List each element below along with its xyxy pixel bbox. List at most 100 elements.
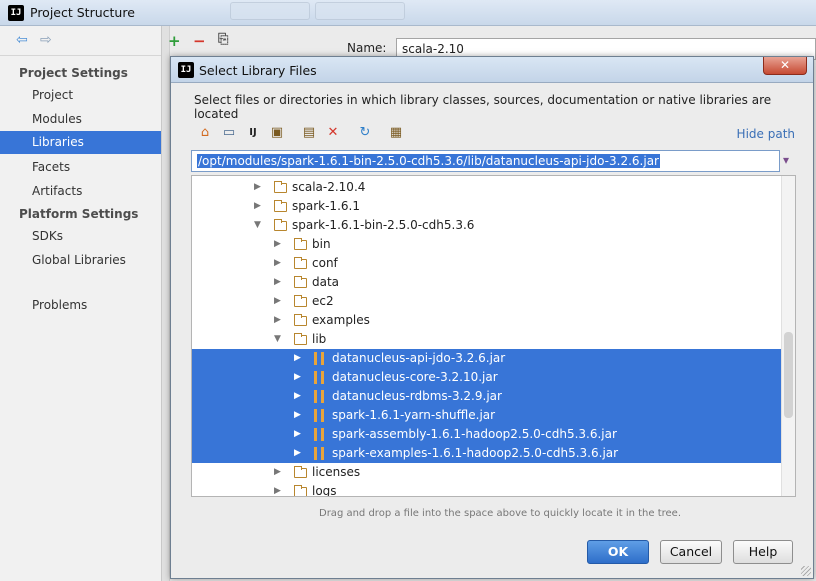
sidebar-item-global-libraries[interactable]: Global Libraries: [0, 249, 161, 272]
tree-row[interactable]: ▶ spark-1.6.1: [192, 197, 782, 216]
tree-row-label: logs: [312, 484, 337, 497]
background-tab: [315, 2, 405, 20]
dialog-titlebar: IJ Select Library Files ✕: [171, 57, 813, 83]
help-button[interactable]: Help: [733, 540, 793, 564]
scrollbar-thumb[interactable]: [784, 332, 793, 418]
collapse-arrow-icon[interactable]: ▼: [254, 216, 264, 235]
jar-file-icon: [314, 447, 324, 460]
module-folder-icon[interactable]: ▣: [267, 123, 287, 143]
sidebar: ⇦ ⇨ Project Settings Project Modules Lib…: [0, 26, 162, 581]
tree-row[interactable]: ▶ licenses: [192, 463, 782, 482]
tree-row-label: spark-1.6.1-yarn-shuffle.jar: [332, 408, 496, 422]
jar-file-icon: [314, 352, 324, 365]
folder-icon: [294, 333, 307, 345]
expand-arrow-icon[interactable]: ▶: [274, 235, 284, 254]
back-arrow-icon[interactable]: ⇦: [16, 33, 30, 47]
sidebar-item-libraries[interactable]: Libraries: [0, 131, 161, 154]
tree-row[interactable]: ▶ conf: [192, 254, 782, 273]
folder-icon: [274, 200, 287, 212]
new-folder-icon[interactable]: ▤: [299, 123, 319, 143]
hide-path-link[interactable]: Hide path: [737, 127, 795, 141]
window-titlebar: IJ Project Structure: [0, 0, 816, 26]
sidebar-item-facets[interactable]: Facets: [0, 156, 161, 179]
tree-row[interactable]: ▶ examples: [192, 311, 782, 330]
tree-row-label: spark-1.6.1-bin-2.5.0-cdh5.3.6: [292, 218, 475, 232]
dialog-title: Select Library Files: [199, 63, 317, 78]
cancel-button[interactable]: Cancel: [660, 540, 722, 564]
file-tree[interactable]: ▶ scala-2.10.4 ▶ spark-1.6.1 ▼ spark-1.6.1-bi…: [191, 175, 796, 497]
drag-drop-hint: Drag and drop a file into the space abov…: [319, 508, 682, 519]
resize-grip-icon[interactable]: [801, 566, 811, 576]
tree-row-label: lib: [312, 332, 327, 346]
delete-icon[interactable]: ✕: [323, 123, 343, 143]
folder-icon: [294, 485, 307, 496]
expand-arrow-icon[interactable]: ▶: [294, 349, 304, 368]
tree-row[interactable]: ▶ spark-1.6.1-yarn-shuffle.jar: [192, 406, 782, 425]
splitter[interactable]: [162, 26, 170, 581]
ok-button[interactable]: OK: [587, 540, 649, 564]
expand-arrow-icon[interactable]: ▶: [274, 463, 284, 482]
refresh-icon[interactable]: ↻: [355, 123, 375, 143]
expand-arrow-icon[interactable]: ▶: [294, 444, 304, 463]
expand-arrow-icon[interactable]: ▶: [294, 387, 304, 406]
window-title: Project Structure: [30, 5, 135, 20]
expand-arrow-icon[interactable]: ▶: [294, 425, 304, 444]
path-history-icon[interactable]: ▾: [783, 153, 797, 169]
intellij-logo-icon: IJ: [178, 62, 194, 78]
tree-row[interactable]: ▶ bin: [192, 235, 782, 254]
sidebar-item-modules[interactable]: Modules: [0, 108, 161, 131]
add-icon[interactable]: +: [168, 32, 181, 50]
tree-scrollbar[interactable]: [781, 176, 795, 496]
sidebar-item-artifacts[interactable]: Artifacts: [0, 180, 161, 203]
tree-row[interactable]: ▶ datanucleus-api-jdo-3.2.6.jar: [192, 349, 782, 368]
tree-row[interactable]: ▼ spark-1.6.1-bin-2.5.0-cdh5.3.6: [192, 216, 782, 235]
tree-row-label: spark-assembly-1.6.1-hadoop2.5.0-cdh5.3.…: [332, 427, 617, 441]
tree-row[interactable]: ▶ datanucleus-rdbms-3.2.9.jar: [192, 387, 782, 406]
tree-row-label: examples: [312, 313, 370, 327]
jar-file-icon: [314, 371, 324, 384]
tree-row[interactable]: ▶ spark-examples-1.6.1-hadoop2.5.0-cdh5.3…: [192, 444, 782, 463]
tree-row-label: licenses: [312, 465, 361, 479]
tree-row[interactable]: ▶ datanucleus-core-3.2.10.jar: [192, 368, 782, 387]
tree-row-label: spark-examples-1.6.1-hadoop2.5.0-cdh5.3.…: [332, 446, 619, 460]
expand-arrow-icon[interactable]: ▶: [294, 406, 304, 425]
forward-arrow-icon[interactable]: ⇨: [40, 33, 54, 47]
desktop-icon[interactable]: ▭: [219, 123, 239, 143]
expand-arrow-icon[interactable]: ▶: [254, 197, 264, 216]
intellij-logo-icon: IJ: [8, 5, 24, 21]
tree-row-label: bin: [312, 237, 331, 251]
expand-arrow-icon[interactable]: ▶: [254, 178, 264, 197]
tree-row-label: conf: [312, 256, 338, 270]
tree-row-label: datanucleus-rdbms-3.2.9.jar: [332, 389, 502, 403]
show-hidden-icon[interactable]: ▦: [386, 123, 406, 143]
sidebar-item-project[interactable]: Project: [0, 84, 161, 107]
tree-row[interactable]: ▶ spark-assembly-1.6.1-hadoop2.5.0-cdh5.3…: [192, 425, 782, 444]
tree-row[interactable]: ▶ logs: [192, 482, 782, 497]
tree-row[interactable]: ▶ data: [192, 273, 782, 292]
jar-file-icon: [314, 428, 324, 441]
close-button[interactable]: ✕: [763, 57, 807, 75]
collapse-arrow-icon[interactable]: ▼: [274, 330, 284, 349]
path-input[interactable]: /opt/modules/spark-1.6.1-bin-2.5.0-cdh5.…: [191, 150, 780, 172]
sidebar-item-sdks[interactable]: SDKs: [0, 225, 161, 248]
expand-arrow-icon[interactable]: ▶: [274, 482, 284, 496]
expand-arrow-icon[interactable]: ▶: [274, 292, 284, 311]
sidebar-item-problems[interactable]: Problems: [0, 294, 161, 317]
path-input-value: /opt/modules/spark-1.6.1-bin-2.5.0-cdh5.…: [197, 154, 660, 168]
project-icon[interactable]: IJ: [243, 123, 263, 143]
expand-arrow-icon[interactable]: ▶: [274, 254, 284, 273]
jar-file-icon: [314, 409, 324, 422]
tree-row[interactable]: ▶ scala-2.10.4: [192, 178, 782, 197]
folder-icon: [294, 466, 307, 478]
expand-arrow-icon[interactable]: ▶: [294, 368, 304, 387]
tree-row[interactable]: ▼ lib: [192, 330, 782, 349]
tree-row-label: spark-1.6.1: [292, 199, 360, 213]
home-icon[interactable]: ⌂: [195, 123, 215, 143]
expand-arrow-icon[interactable]: ▶: [274, 311, 284, 330]
expand-arrow-icon[interactable]: ▶: [274, 273, 284, 292]
folder-icon: [294, 257, 307, 269]
tree-row-label: scala-2.10.4: [292, 180, 366, 194]
remove-icon[interactable]: −: [193, 32, 206, 50]
tree-row[interactable]: ▶ ec2: [192, 292, 782, 311]
copy-icon[interactable]: ⎘: [218, 32, 228, 47]
